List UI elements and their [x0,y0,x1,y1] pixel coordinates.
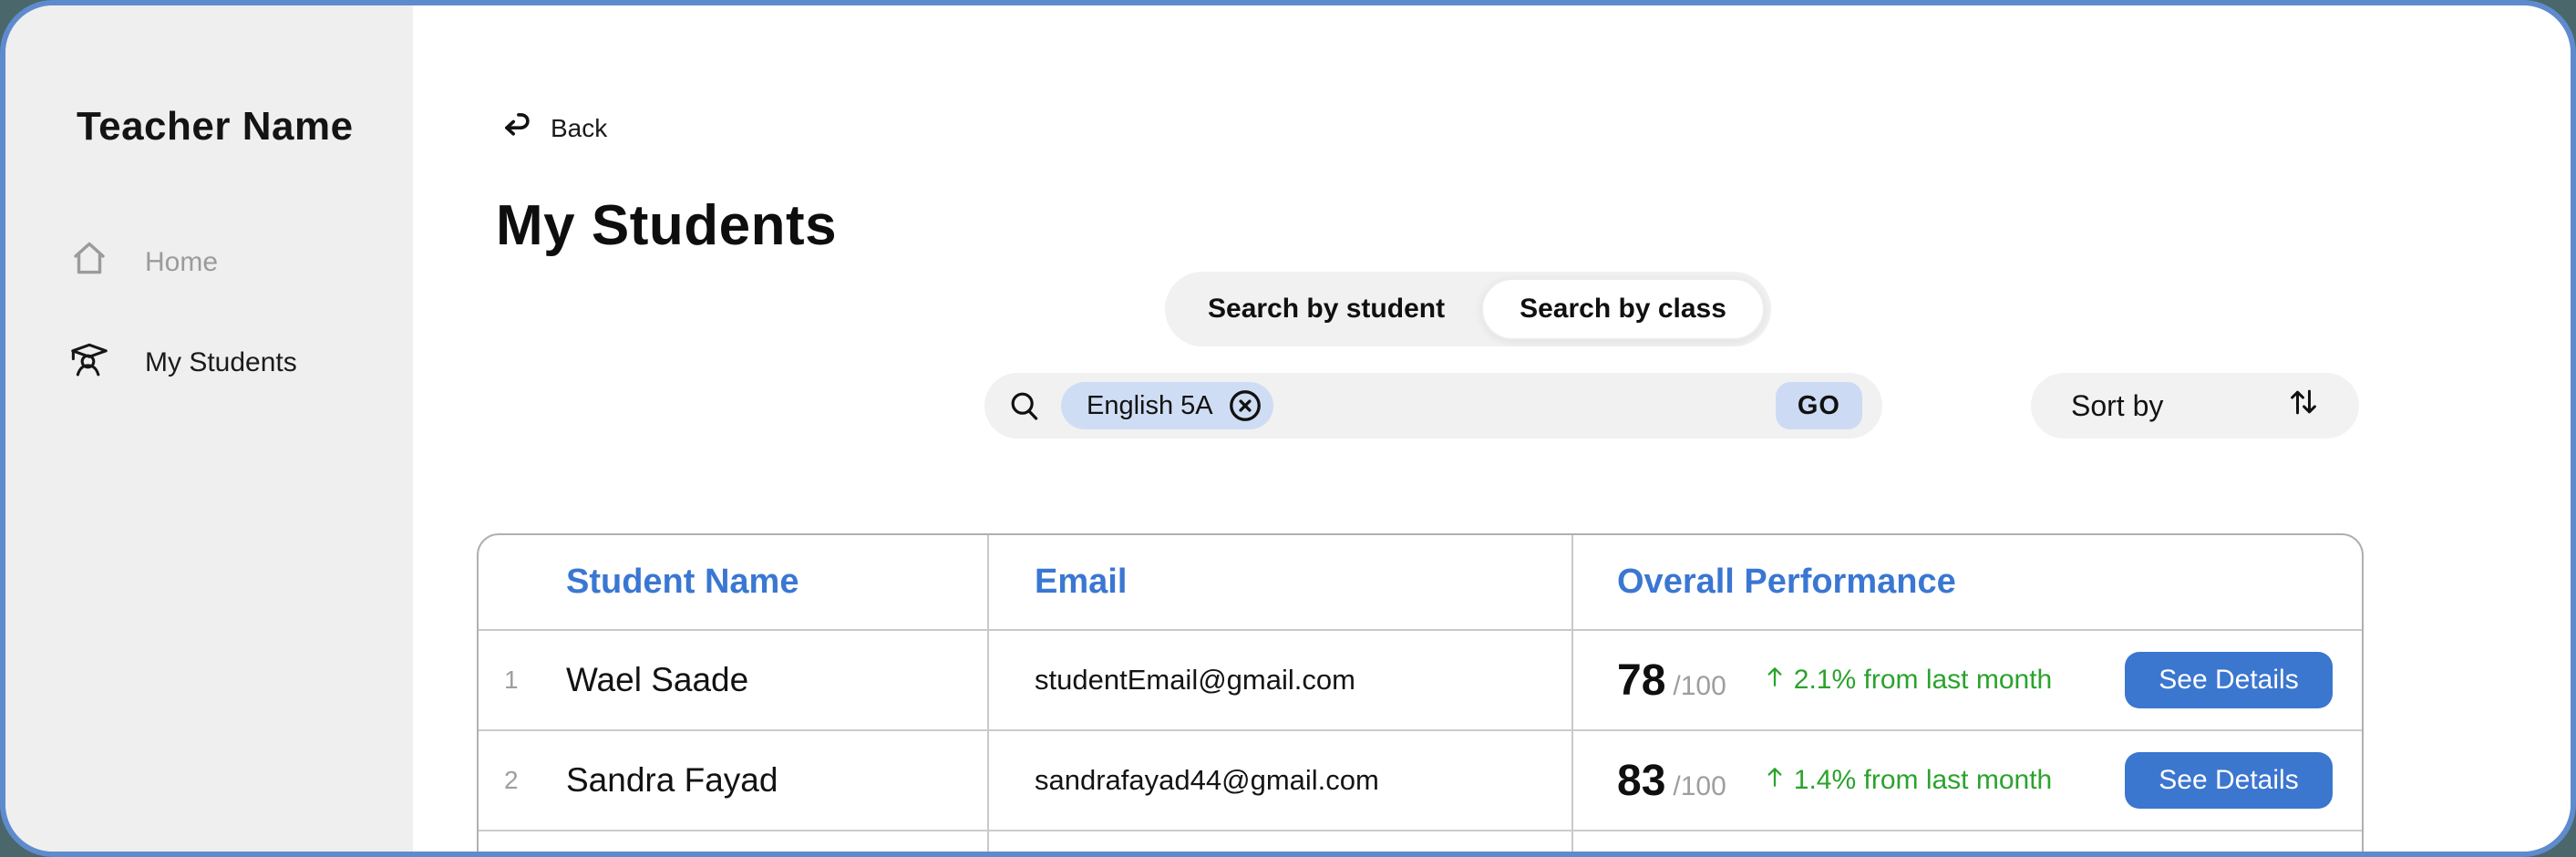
student-name: Sandra Fayad [566,761,778,799]
table-header-row: Student Name Email Overall Performance [479,535,2362,631]
sort-label: Sort by [2071,388,2164,422]
performance-score: 83 /100 [1617,756,1726,805]
search-mode-tabs: Search by student Search by class [1165,272,1771,346]
search-filter-chip: English 5A [1061,382,1273,429]
performance-score: 78 /100 [1617,656,1726,705]
trend-text: 1.4% from last month [1793,765,2053,795]
column-header-overall-performance: Overall Performance [1617,563,1956,601]
trend-indicator: 2.1% from last month [1761,663,2052,697]
table-row: 1 Wael Saade studentEmail@gmail.com 78 /… [479,631,2362,731]
column-header-email: Email [989,535,1573,629]
home-icon [68,238,110,287]
sidebar-item-label: Home [145,247,219,277]
student-name: Wael Saade [566,661,749,698]
table-row-partial [479,831,2362,852]
back-label: Back [551,113,608,142]
students-table: Student Name Email Overall Performance 1… [477,533,2364,852]
search-bar[interactable]: English 5A GO [984,373,1882,439]
page-title: My Students [496,194,838,257]
see-details-button[interactable]: See Details [2125,652,2333,708]
back-button[interactable]: Back [500,108,607,149]
arrow-up-icon [1761,663,1788,697]
sort-by-button[interactable]: Sort by [2031,373,2359,439]
sidebar-item-home[interactable]: Home [68,238,297,287]
arrow-up-icon [1761,763,1788,798]
trend-indicator: 1.4% from last month [1761,763,2052,798]
table-row: 2 Sandra Fayad sandrafayad44@gmail.com 8… [479,731,2362,831]
tab-search-by-student[interactable]: Search by student [1171,278,1481,340]
go-button[interactable]: GO [1775,382,1862,429]
back-arrow-icon [500,108,534,149]
row-index: 2 [504,766,519,794]
search-icon [1006,387,1043,424]
graduation-cap-icon [68,338,110,387]
sidebar-nav: Home My Students [68,238,297,387]
student-email: studentEmail@gmail.com [989,631,1573,729]
main-content: Back My Students Search by student Searc… [413,5,2571,852]
sidebar-item-my-students[interactable]: My Students [68,338,297,387]
trend-text: 2.1% from last month [1793,665,2053,695]
sidebar: Teacher Name Home My Students [5,5,413,852]
see-details-button[interactable]: See Details [2125,752,2333,809]
sidebar-item-label: My Students [145,347,297,377]
tab-search-by-class[interactable]: Search by class [1481,278,1765,340]
x-circle-icon[interactable] [1226,387,1264,425]
app-window: Teacher Name Home My Students Back My St… [0,0,2576,857]
row-index: 1 [504,666,519,694]
column-header-student-name: Student Name [479,535,989,629]
student-email: sandrafayad44@gmail.com [989,731,1573,830]
sort-arrows-icon [2284,383,2323,428]
teacher-name: Teacher Name [77,104,354,149]
chip-label: English 5A [1087,390,1213,420]
